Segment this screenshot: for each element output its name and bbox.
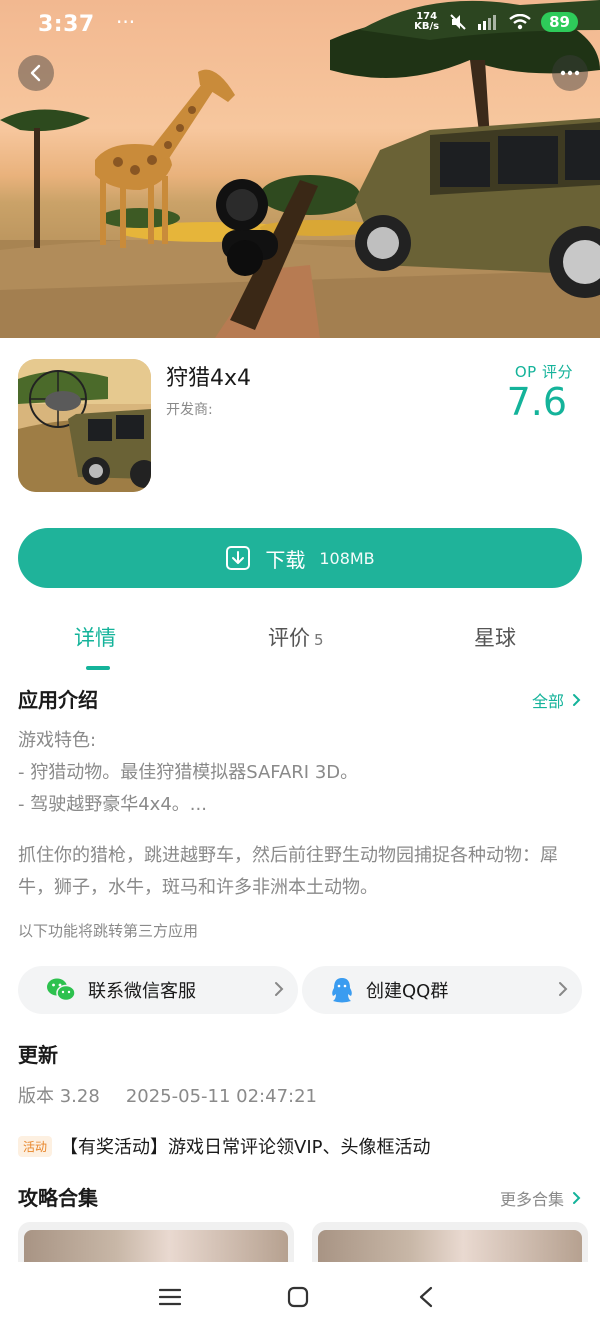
intro-show-all-link[interactable]: 全部	[532, 688, 582, 712]
chevron-right-icon	[573, 694, 581, 706]
home-square-icon	[287, 1286, 309, 1308]
promo-banner[interactable]: 活动 【有奖活动】游戏日常评论领VIP、头像框活动	[18, 1133, 431, 1159]
mute-icon	[450, 14, 466, 30]
download-button[interactable]: 下载 108MB	[18, 528, 582, 588]
status-right-cluster: 174 KB/s 89	[414, 12, 578, 32]
more-horizontal-icon	[560, 70, 580, 76]
promo-text: 【有奖活动】游戏日常评论领VIP、头像框活动	[60, 1137, 431, 1158]
back-triangle-icon	[419, 1286, 433, 1308]
score-label: OP 评分	[514, 363, 573, 381]
wechat-support-label: 联系微信客服	[88, 981, 196, 1002]
create-qq-group-label: 创建QQ群	[366, 981, 449, 1002]
network-speed: 174 KB/s	[414, 12, 439, 32]
wechat-icon	[47, 978, 76, 1002]
intro-description: 抓住你的猎枪，跳进越野车，然后前往野生动物园捕捉各种动物：犀牛，狮子，水牛，斑马…	[18, 845, 558, 898]
signal-icon	[478, 15, 497, 30]
guides-more-link[interactable]: 更多合集	[500, 1186, 582, 1210]
chevron-right-icon	[559, 982, 568, 996]
features-heading: 游戏特色:	[18, 730, 97, 751]
intro-title: 应用介绍	[18, 688, 98, 712]
developer-label: 开发商:	[166, 402, 213, 418]
wechat-support-button[interactable]: 联系微信客服	[18, 966, 298, 1014]
network-speed-unit: KB/s	[414, 21, 440, 32]
system-nav-bar	[0, 1262, 600, 1333]
tab-reviews-count: 5	[314, 631, 324, 649]
chevron-right-icon	[275, 982, 284, 996]
feature-line-2: - 驾驶越野豪华4x4。...	[18, 794, 207, 815]
menu-icon	[159, 1288, 181, 1306]
chevron-right-icon	[573, 1192, 581, 1204]
download-icon	[226, 546, 251, 570]
qq-penguin-icon	[332, 978, 352, 1003]
chevron-left-icon	[30, 64, 41, 82]
guides-title: 攻略合集	[18, 1186, 98, 1210]
update-title: 更新	[18, 1043, 58, 1067]
tab-planet[interactable]: 星球	[474, 622, 516, 652]
tab-reviews[interactable]: 评价 5	[268, 622, 324, 652]
nav-menu-button[interactable]	[155, 1282, 185, 1312]
app-name: 狩猎4x4	[166, 366, 252, 391]
battery-level: 89	[541, 12, 578, 32]
tab-active-indicator	[86, 666, 110, 670]
more-options-button[interactable]	[552, 55, 588, 91]
back-button[interactable]	[18, 55, 54, 91]
tab-details[interactable]: 详情	[74, 622, 116, 652]
promo-tag: 活动	[18, 1135, 53, 1157]
feature-line-1: - 狩猎动物。最佳狩猎模拟器SAFARI 3D。	[18, 762, 359, 783]
intro-show-all-label: 全部	[531, 692, 564, 711]
third-party-note: 以下功能将跳转第三方应用	[18, 922, 199, 940]
tab-details-label: 详情	[74, 626, 116, 650]
version-number: 版本 3.28	[18, 1086, 100, 1107]
status-notification-dots: ···	[116, 10, 136, 34]
nav-home-button[interactable]	[283, 1282, 313, 1312]
tab-planet-label: 星球	[474, 626, 516, 650]
app-icon-artwork	[18, 359, 151, 492]
guides-more-label: 更多合集	[499, 1190, 564, 1209]
nav-back-button[interactable]	[411, 1282, 441, 1312]
app-icon	[18, 359, 151, 492]
update-timestamp: 2025-05-11 02:47:21	[125, 1086, 317, 1107]
wifi-icon	[509, 14, 531, 30]
download-label: 下载	[265, 547, 306, 572]
tab-reviews-label: 评价	[268, 626, 310, 650]
download-size: 108MB	[319, 548, 375, 568]
tab-bar: 详情 评价 5 星球	[0, 622, 600, 672]
create-qq-group-button[interactable]: 创建QQ群	[302, 966, 582, 1014]
version-info: 版本 3.28 2025-05-11 02:47:21	[18, 1082, 317, 1108]
score-value: 7.6	[506, 380, 567, 424]
status-time: 3:37	[38, 12, 95, 37]
hero-banner: 3:37 ··· 174 KB/s 89	[0, 0, 600, 338]
status-bar: 3:37 ··· 174 KB/s 89	[0, 0, 600, 54]
